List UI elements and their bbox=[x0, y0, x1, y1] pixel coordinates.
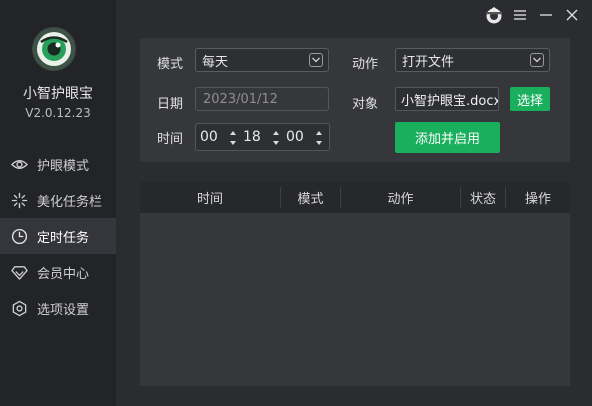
date-input[interactable]: 2023/01/12 bbox=[195, 87, 329, 111]
diamond-icon bbox=[10, 263, 28, 281]
sparkle-icon bbox=[10, 191, 28, 209]
action-value: 打开文件 bbox=[402, 54, 455, 70]
avatar-icon[interactable] bbox=[482, 4, 506, 26]
minimize-icon[interactable] bbox=[534, 4, 558, 26]
sidebar-item-label: 美化任务栏 bbox=[37, 194, 103, 210]
mode-value: 每天 bbox=[202, 54, 229, 70]
sidebar-item-label: 选项设置 bbox=[37, 302, 90, 318]
sidebar: 小智护眼宝 V2.0.12.23 护眼模式 美化任务栏 定时任务 会员中心 选项… bbox=[0, 0, 116, 406]
action-label: 动作 bbox=[352, 57, 379, 72]
sidebar-nav: 护眼模式 美化任务栏 定时任务 会员中心 选项设置 bbox=[0, 146, 116, 326]
date-placeholder: 2023/01/12 bbox=[203, 91, 278, 107]
eye-icon bbox=[10, 155, 28, 173]
date-label: 日期 bbox=[157, 97, 184, 112]
sidebar-item-label: 会员中心 bbox=[37, 266, 90, 282]
time-minute[interactable]: 18 bbox=[243, 129, 261, 145]
app-name: 小智护眼宝 bbox=[23, 86, 93, 102]
clock-icon bbox=[10, 227, 28, 245]
mode-select[interactable]: 每天 bbox=[195, 48, 329, 72]
sidebar-item-eye-mode[interactable]: 护眼模式 bbox=[0, 146, 116, 182]
time-picker[interactable]: 00 18 00 bbox=[195, 123, 330, 151]
table-body-empty bbox=[140, 213, 570, 386]
column-header-status: 状态 bbox=[469, 192, 496, 207]
menu-icon[interactable] bbox=[508, 4, 532, 26]
sidebar-item-member-center[interactable]: 会员中心 bbox=[0, 254, 116, 290]
time-label: 时间 bbox=[157, 132, 184, 147]
table-header: 时间 模式 动作 状态 操作 bbox=[140, 182, 570, 213]
app-version: V2.0.12.23 bbox=[25, 106, 91, 120]
sidebar-item-settings[interactable]: 选项设置 bbox=[0, 290, 116, 326]
time-second[interactable]: 00 bbox=[286, 129, 304, 145]
eye-logo-icon bbox=[33, 28, 75, 70]
add-and-enable-button[interactable]: 添加并启用 bbox=[395, 122, 500, 153]
chevron-down-icon bbox=[309, 53, 323, 67]
target-label: 对象 bbox=[352, 97, 379, 112]
second-stepper-icon[interactable] bbox=[315, 129, 323, 147]
chevron-down-icon bbox=[530, 53, 544, 67]
sidebar-item-label: 定时任务 bbox=[37, 230, 90, 246]
column-header-action: 动作 bbox=[387, 192, 414, 207]
choose-file-button[interactable]: 选择 bbox=[510, 87, 550, 111]
close-icon[interactable] bbox=[560, 4, 584, 26]
column-header-mode: 模式 bbox=[297, 192, 324, 207]
sidebar-item-label: 护眼模式 bbox=[37, 158, 90, 174]
settings-icon bbox=[10, 299, 28, 317]
sidebar-item-scheduled-tasks[interactable]: 定时任务 bbox=[0, 218, 116, 254]
task-table: 时间 模式 动作 状态 操作 bbox=[140, 182, 570, 386]
target-file-field[interactable]: 小智护眼宝.docx bbox=[395, 87, 499, 111]
app-logo bbox=[32, 27, 76, 71]
target-value: 小智护眼宝.docx bbox=[401, 93, 499, 109]
column-header-time: 时间 bbox=[196, 192, 223, 207]
schedule-form: 模式 每天 动作 打开文件 日期 2023/01/12 对象 小智护眼宝.doc… bbox=[140, 38, 570, 162]
hour-stepper-icon[interactable] bbox=[229, 129, 237, 147]
minute-stepper-icon[interactable] bbox=[272, 129, 280, 147]
sidebar-item-beautify-taskbar[interactable]: 美化任务栏 bbox=[0, 182, 116, 218]
titlebar-controls bbox=[480, 4, 584, 26]
action-select[interactable]: 打开文件 bbox=[395, 48, 550, 72]
column-header-operation: 操作 bbox=[524, 192, 551, 207]
mode-label: 模式 bbox=[157, 57, 184, 72]
time-hour[interactable]: 00 bbox=[200, 129, 218, 145]
